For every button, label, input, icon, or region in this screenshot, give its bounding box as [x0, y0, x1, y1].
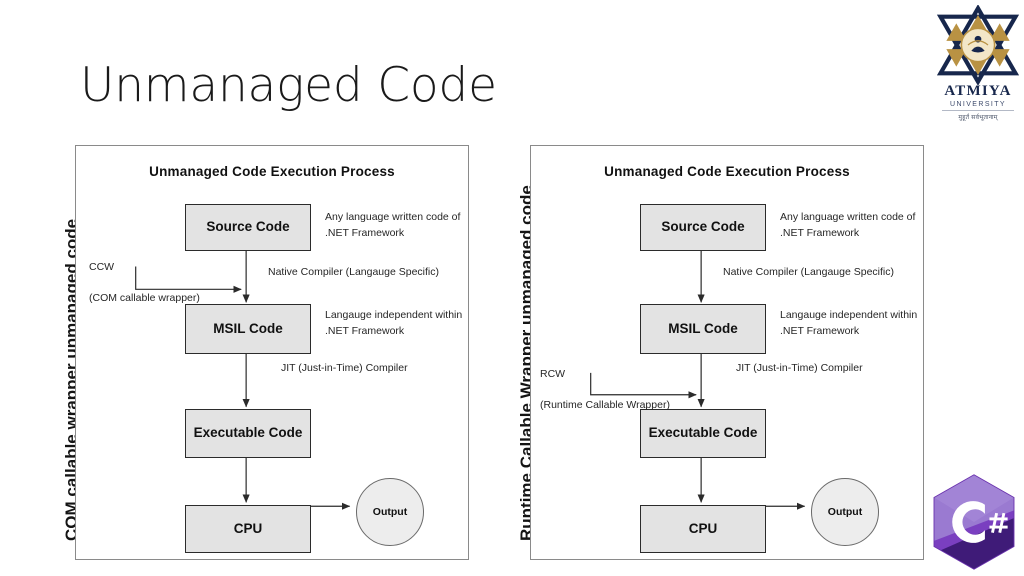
annotation-source-code: Any language written code of .NET Framew… — [780, 211, 916, 239]
node-output[interactable]: Output — [356, 478, 424, 546]
annotation-msil-code: Langauge independent within .NET Framewo… — [780, 309, 918, 337]
logo-text-block: ATMIYA UNIVERSITY मुहूर्तं सर्वभूतानाम् — [936, 83, 1020, 121]
star-svg — [936, 4, 1020, 86]
node-cpu[interactable]: CPU — [640, 505, 766, 553]
edge-label-native-compiler: Native Compiler (Langauge Specific) — [268, 266, 439, 278]
edge-label-jit-compiler: JIT (Just-in-Time) Compiler — [736, 362, 863, 374]
wrapper-expansion-ccw: (COM callable wrapper) — [89, 292, 200, 305]
annotation-msil-code: Langauge independent within .NET Framewo… — [325, 309, 463, 337]
diagram-rcw: Unmanaged Code Execution Process Source … — [530, 145, 924, 560]
wrapper-expansion-rcw: (Runtime Callable Wrapper) — [540, 399, 670, 412]
slide-root: Unmanaged Code COM callable wrapper unma… — [0, 0, 1024, 576]
university-subtitle: UNIVERSITY — [949, 101, 1006, 108]
edge-label-jit-compiler: JIT (Just-in-Time) Compiler — [281, 362, 408, 374]
edge-label-native-compiler: Native Compiler (Langauge Specific) — [723, 266, 894, 278]
annotation-source-code: Any language written code of .NET Framew… — [325, 211, 461, 239]
node-msil-code[interactable]: MSIL Code — [640, 304, 766, 354]
csharp-hexagon-icon — [933, 474, 1015, 570]
atmiya-university-logo: ATMIYA UNIVERSITY मुहूर्तं सर्वभूतानाम् — [936, 4, 1020, 123]
diagram-title-left: Unmanaged Code Execution Process — [149, 164, 395, 179]
diagram-title-right: Unmanaged Code Execution Process — [604, 164, 850, 179]
wrapper-callout-ccw: CCW (COM callable wrapper) — [89, 244, 229, 307]
csharp-logo — [928, 472, 1020, 572]
node-source-code[interactable]: Source Code — [640, 204, 766, 251]
node-executable-code[interactable]: Executable Code — [640, 409, 766, 458]
university-name: ATMIYA — [944, 83, 1012, 99]
wrapper-abbr-rcw: RCW — [540, 367, 566, 380]
node-msil-code[interactable]: MSIL Code — [185, 304, 311, 354]
node-executable-code[interactable]: Executable Code — [185, 409, 311, 458]
diagram-ccw: Unmanaged Code Execution Process Source … — [75, 145, 469, 560]
star-of-david-icon — [936, 4, 1020, 86]
node-cpu[interactable]: CPU — [185, 505, 311, 553]
wrapper-abbr-ccw: CCW — [89, 260, 115, 273]
node-output[interactable]: Output — [811, 478, 879, 546]
university-sanskrit-motto: मुहूर्तं सर्वभूतानाम् — [958, 114, 998, 121]
wrapper-callout-rcw: RCW (Runtime Callable Wrapper) — [540, 351, 700, 414]
page-title: Unmanaged Code — [80, 58, 497, 113]
logo-divider — [942, 110, 1014, 111]
